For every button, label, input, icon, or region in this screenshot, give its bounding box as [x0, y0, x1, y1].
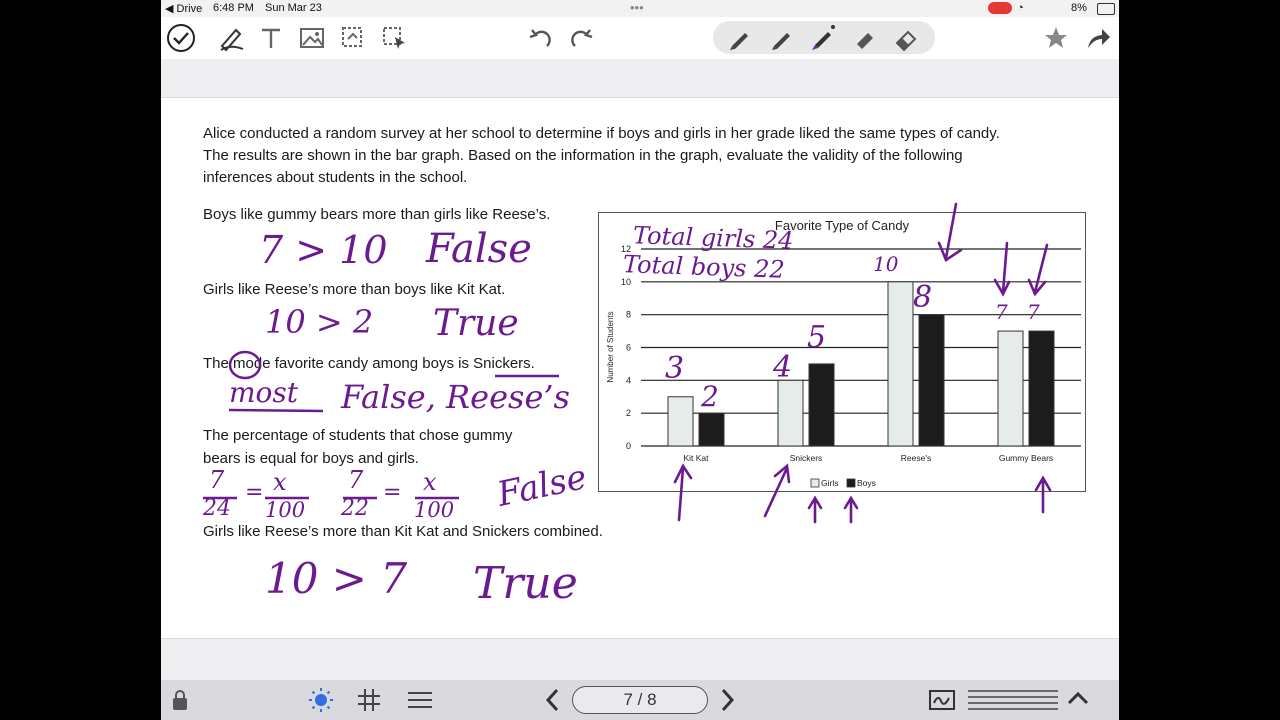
question-4-line-1: The percentage of students that chose gu…	[203, 427, 513, 444]
chart-y-tick-label: 2	[626, 408, 631, 418]
pen-icon[interactable]	[769, 25, 795, 56]
handwriting-answer-5: True	[473, 558, 578, 609]
handwriting-underline	[228, 408, 324, 413]
lines-icon[interactable]	[967, 688, 1059, 717]
battery-icon	[1097, 3, 1115, 15]
undo-icon[interactable]	[523, 21, 557, 55]
question-5: Girls like Reese’s more than Kit Kat and…	[203, 523, 603, 540]
intro-line-1: Alice conducted a random survey at her s…	[203, 125, 1000, 142]
multitask-dots[interactable]: •••	[630, 0, 644, 15]
status-bar: ◀ Drive 6:48 PM Sun Mar 23 ••• ◔ 8%	[161, 0, 1119, 17]
pen-tray	[713, 21, 935, 54]
text-icon[interactable]	[254, 21, 288, 55]
selection-icon[interactable]	[377, 21, 411, 55]
question-2: Girls like Reese’s more than boys like K…	[203, 281, 506, 298]
chevron-up-icon[interactable]	[1067, 690, 1089, 711]
handwriting-fraction-4-numerator: x	[423, 468, 437, 496]
page-indicator[interactable]: 7 / 8	[572, 686, 708, 714]
handwriting-answer-1-expression: 7 > 10	[259, 228, 388, 272]
status-date: Sun Mar 23	[265, 2, 322, 14]
highlighter-icon[interactable]	[851, 25, 877, 56]
question-1: Boys like gummy bears more than girls li…	[203, 206, 551, 223]
pen-icon[interactable]	[727, 25, 753, 56]
chart-y-tick-label: 0	[626, 441, 631, 451]
chart-y-tick-label: 8	[626, 310, 631, 320]
page-gap-top	[161, 59, 1119, 98]
handwriting-arrows	[673, 202, 1052, 524]
handwriting-equals: =	[383, 480, 402, 505]
handwriting-fraction-1-denominator: 24	[203, 496, 231, 521]
star-icon[interactable]	[1039, 21, 1073, 55]
check-icon[interactable]	[164, 21, 198, 55]
question-4-line-2: bears is equal for boys and girls.	[203, 450, 419, 467]
handwriting-answer-2-expression: 10 > 2	[265, 303, 374, 341]
chevron-right-icon[interactable]	[719, 687, 737, 718]
wifi-icon: ◔	[1017, 2, 1024, 14]
brightness-icon[interactable]	[308, 687, 334, 718]
signature-icon[interactable]	[929, 690, 955, 715]
chart-y-tick-label: 6	[626, 343, 631, 353]
handwriting-fraction-4-denominator: 100	[414, 498, 455, 522]
handwriting-fraction-1-numerator: 7	[209, 466, 225, 494]
share-icon[interactable]	[1081, 21, 1115, 55]
handwriting-answer-4: False	[493, 457, 591, 515]
page-gap-bottom	[161, 638, 1119, 681]
chevron-left-icon[interactable]	[543, 687, 561, 718]
handwriting-answer-1: False	[426, 226, 532, 272]
redo-icon[interactable]	[565, 21, 599, 55]
pen-active-icon[interactable]	[809, 23, 837, 56]
bottom-bar: 7 / 8	[161, 680, 1119, 720]
pen-scribble-icon[interactable]	[215, 21, 249, 55]
battery-percent: 8%	[1071, 2, 1087, 14]
app-screen: ◀ Drive 6:48 PM Sun Mar 23 ••• ◔ 8% Alic…	[161, 0, 1119, 720]
handwriting-fraction-3-denominator: 22	[341, 496, 369, 521]
grid-icon[interactable]	[357, 688, 381, 717]
handwriting-fraction-2-numerator: x	[273, 468, 287, 496]
image-icon[interactable]	[295, 21, 329, 55]
intro-line-2: The results are shown in the bar graph. …	[203, 147, 963, 164]
eraser-icon[interactable]	[893, 25, 919, 56]
status-time: 6:48 PM	[213, 2, 254, 14]
document-page[interactable]: Alice conducted a random survey at her s…	[161, 98, 1119, 638]
lasso-icon[interactable]	[336, 21, 370, 55]
list-icon[interactable]	[407, 690, 433, 715]
chart-y-tick-label: 4	[626, 375, 631, 385]
handwriting-fraction-3-numerator: 7	[348, 466, 364, 494]
chart-y-axis-label: Number of Students	[606, 311, 615, 382]
lock-icon[interactable]	[171, 689, 189, 716]
handwriting-answer-5-expression: 10 > 7	[265, 554, 408, 603]
handwriting-equals: =	[245, 480, 264, 505]
back-to-app-link[interactable]: ◀ Drive	[165, 2, 202, 15]
handwriting-answer-3: False, Reese’s	[341, 378, 570, 416]
handwriting-word-most: most	[229, 376, 299, 409]
handwriting-answer-2: True	[433, 303, 519, 344]
record-indicator-icon	[988, 2, 1012, 14]
toolbar	[161, 17, 1119, 59]
intro-line-3: inferences about students in the school.	[203, 169, 468, 186]
handwriting-fraction-2-denominator: 100	[265, 498, 306, 522]
